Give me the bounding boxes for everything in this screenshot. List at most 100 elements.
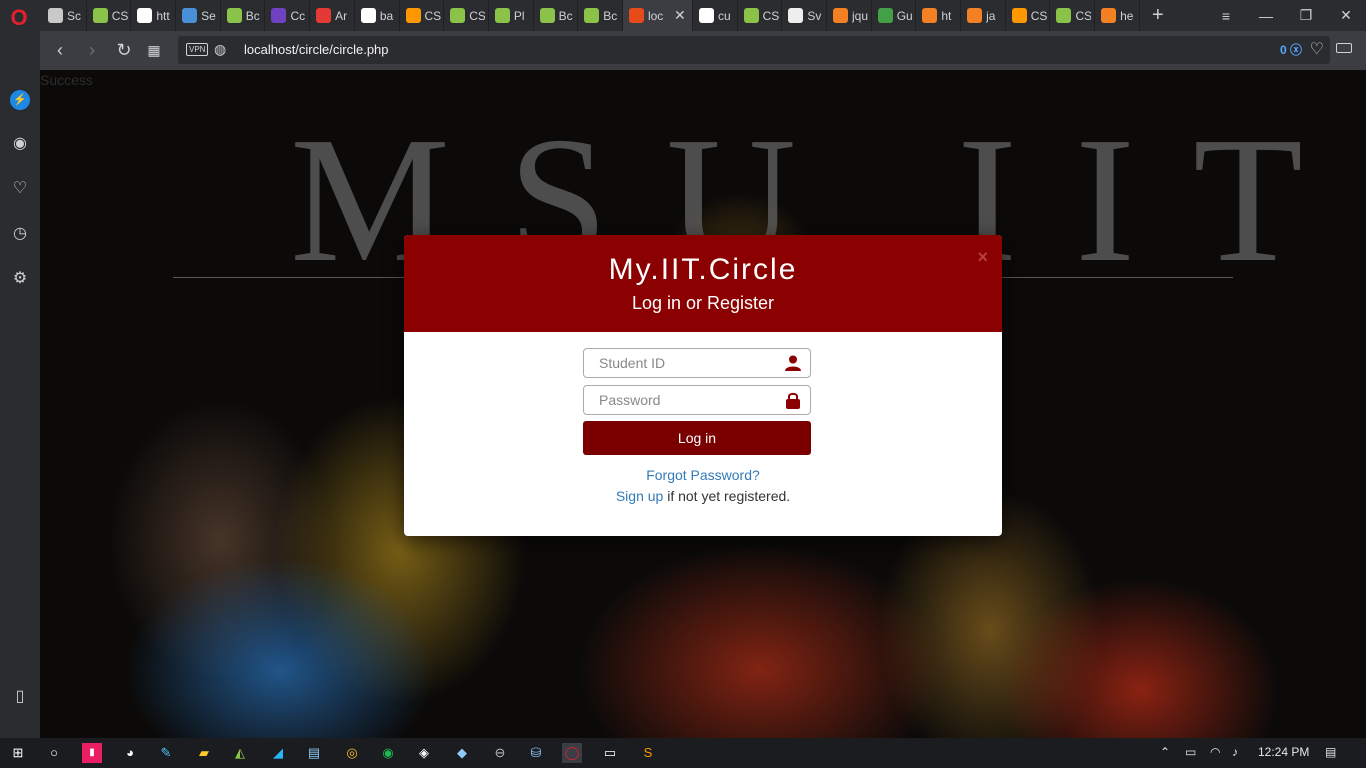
tab-label: Bc: [558, 8, 573, 23]
modal-header: My.IIT.Circle Log in or Register ×: [404, 235, 1002, 332]
browser-tab[interactable]: Gu: [872, 0, 917, 31]
back-icon[interactable]: ‹: [48, 39, 72, 63]
browser-tab[interactable]: Bc: [534, 0, 579, 31]
browser-tab[interactable]: Bc: [221, 0, 266, 31]
tab-label: ht: [941, 8, 952, 23]
settings-gear-icon[interactable]: ⚙: [9, 268, 31, 290]
browser-tab[interactable]: loc ✕: [622, 0, 693, 31]
browser-tab[interactable]: Cc: [265, 0, 311, 31]
lock-icon: [786, 392, 800, 409]
browser-tab[interactable]: Pl: [489, 0, 534, 31]
speed-dial-icon[interactable]: ▦: [142, 39, 166, 63]
cortana-icon[interactable]: ○: [44, 743, 64, 763]
browser-tab[interactable]: he: [1095, 0, 1140, 31]
opera-menu-icon[interactable]: O: [6, 5, 32, 31]
dreamweaver-icon[interactable]: ◢: [268, 743, 288, 763]
code-icon: [92, 8, 108, 23]
workbench-icon[interactable]: ◆: [452, 743, 472, 763]
code-icon: [182, 8, 198, 23]
browser-tab[interactable]: ja: [961, 0, 1006, 31]
password-input[interactable]: [584, 386, 774, 414]
history-clock-icon[interactable]: ◷: [9, 223, 31, 245]
forgot-password-link[interactable]: Forgot Password?: [404, 467, 1002, 483]
volume-icon[interactable]: ♪: [1232, 745, 1238, 759]
login-button[interactable]: Log in: [583, 421, 811, 455]
globe-icon[interactable]: ◍: [214, 41, 226, 58]
browser-tab[interactable]: CS: [738, 0, 783, 31]
browser-tab[interactable]: Sv: [782, 0, 827, 31]
browser-tab[interactable]: CS: [1050, 0, 1096, 31]
close-window-icon[interactable]: ✕: [1326, 0, 1366, 31]
notes-icon[interactable]: ▤: [304, 743, 324, 763]
eclipse-icon[interactable]: ⊖: [490, 743, 510, 763]
sidebar-toggle-icon[interactable]: ▯: [9, 686, 31, 708]
close-icon[interactable]: ×: [977, 247, 988, 268]
browser-tab[interactable]: CS: [400, 0, 445, 31]
address-bar[interactable]: VPN ◍ localhost/circle/circle.php 0 ⓧ ♡: [178, 36, 1330, 64]
browser-tab[interactable]: Bc: [578, 0, 623, 31]
tab-menu-icon[interactable]: ≡: [1206, 0, 1246, 31]
tab-label: Ar: [335, 8, 348, 23]
battery-icon[interactable]: ▭: [1185, 745, 1196, 759]
browser-tab[interactable]: cu: [693, 0, 738, 31]
postgres-icon[interactable]: ⛁: [526, 743, 546, 763]
browser-tab[interactable]: Sc: [42, 0, 87, 31]
camera-icon[interactable]: ◉: [9, 133, 31, 155]
reload-icon[interactable]: ↻: [112, 39, 136, 63]
wifi-icon[interactable]: ◠: [1210, 745, 1220, 759]
clock[interactable]: 12:24 PM: [1258, 745, 1309, 759]
browser-tab[interactable]: ba: [355, 0, 400, 31]
windows-start-icon[interactable]: ⊞: [8, 743, 28, 763]
page-viewport: MSU IIT Success My.IIT.Circle Log in or …: [40, 70, 1366, 738]
sublime-icon[interactable]: S: [638, 743, 658, 763]
forward-icon[interactable]: ›: [80, 39, 104, 63]
google-icon: [360, 8, 376, 23]
student-id-input[interactable]: [584, 349, 774, 377]
opera-taskbar-icon[interactable]: ◯: [562, 743, 582, 763]
browser-tab[interactable]: Ar: [310, 0, 355, 31]
star-icon: [405, 8, 421, 23]
tab-label: CS: [111, 8, 128, 23]
battery-saver-icon[interactable]: [1336, 43, 1352, 53]
browser-tab[interactable]: Se: [176, 0, 221, 31]
spotify-icon[interactable]: ◉: [378, 743, 398, 763]
chrome-icon[interactable]: ◎: [342, 743, 362, 763]
gimp-icon[interactable]: ◕: [120, 743, 140, 763]
browser-tab[interactable]: jqu: [827, 0, 872, 31]
browser-tab[interactable]: CS: [87, 0, 132, 31]
browser-tab[interactable]: ht: [916, 0, 962, 31]
new-tab-icon[interactable]: +: [1152, 4, 1164, 27]
app-pink-icon[interactable]: ▮: [82, 743, 102, 763]
browser-tab[interactable]: CS: [444, 0, 489, 31]
tab-label: Pl: [513, 8, 525, 23]
notepad-icon[interactable]: ✎: [156, 743, 176, 763]
code-icon: [494, 8, 510, 23]
stack-icon: [967, 8, 983, 23]
browser-tab[interactable]: htt: [131, 0, 177, 31]
tray-chevron-icon[interactable]: ⌃: [1160, 745, 1170, 759]
stack-icon: [833, 8, 848, 23]
google-icon: [698, 8, 714, 23]
signup-link[interactable]: Sign up: [616, 488, 663, 504]
tab-label: CS: [1030, 8, 1047, 23]
minimize-icon[interactable]: —: [1246, 0, 1286, 31]
restore-icon[interactable]: ❐: [1286, 0, 1326, 31]
star-icon: [1011, 8, 1027, 23]
tab-label: CS: [469, 8, 486, 23]
browser-tab[interactable]: CS: [1006, 0, 1051, 31]
file-explorer-icon[interactable]: ▰: [194, 743, 214, 763]
grid-icon: [48, 8, 63, 23]
cmd-icon[interactable]: ▭: [600, 743, 620, 763]
url-text[interactable]: localhost/circle/circle.php: [244, 42, 389, 57]
adblock-counter[interactable]: 0 ⓧ: [1280, 41, 1302, 58]
tab-label: jqu: [852, 8, 868, 23]
cg-icon: [877, 8, 893, 23]
heart-icon[interactable]: ♡: [9, 178, 31, 200]
vpn-badge[interactable]: VPN: [186, 43, 209, 56]
android-studio-icon[interactable]: ◭: [230, 743, 250, 763]
action-center-icon[interactable]: ▤: [1325, 745, 1336, 759]
virtualbox-icon[interactable]: ◈: [414, 743, 434, 763]
tab-close-icon[interactable]: ✕: [674, 7, 686, 24]
messenger-icon[interactable]: ⚡: [10, 90, 30, 110]
bookmark-heart-icon[interactable]: ♡: [1310, 39, 1324, 59]
